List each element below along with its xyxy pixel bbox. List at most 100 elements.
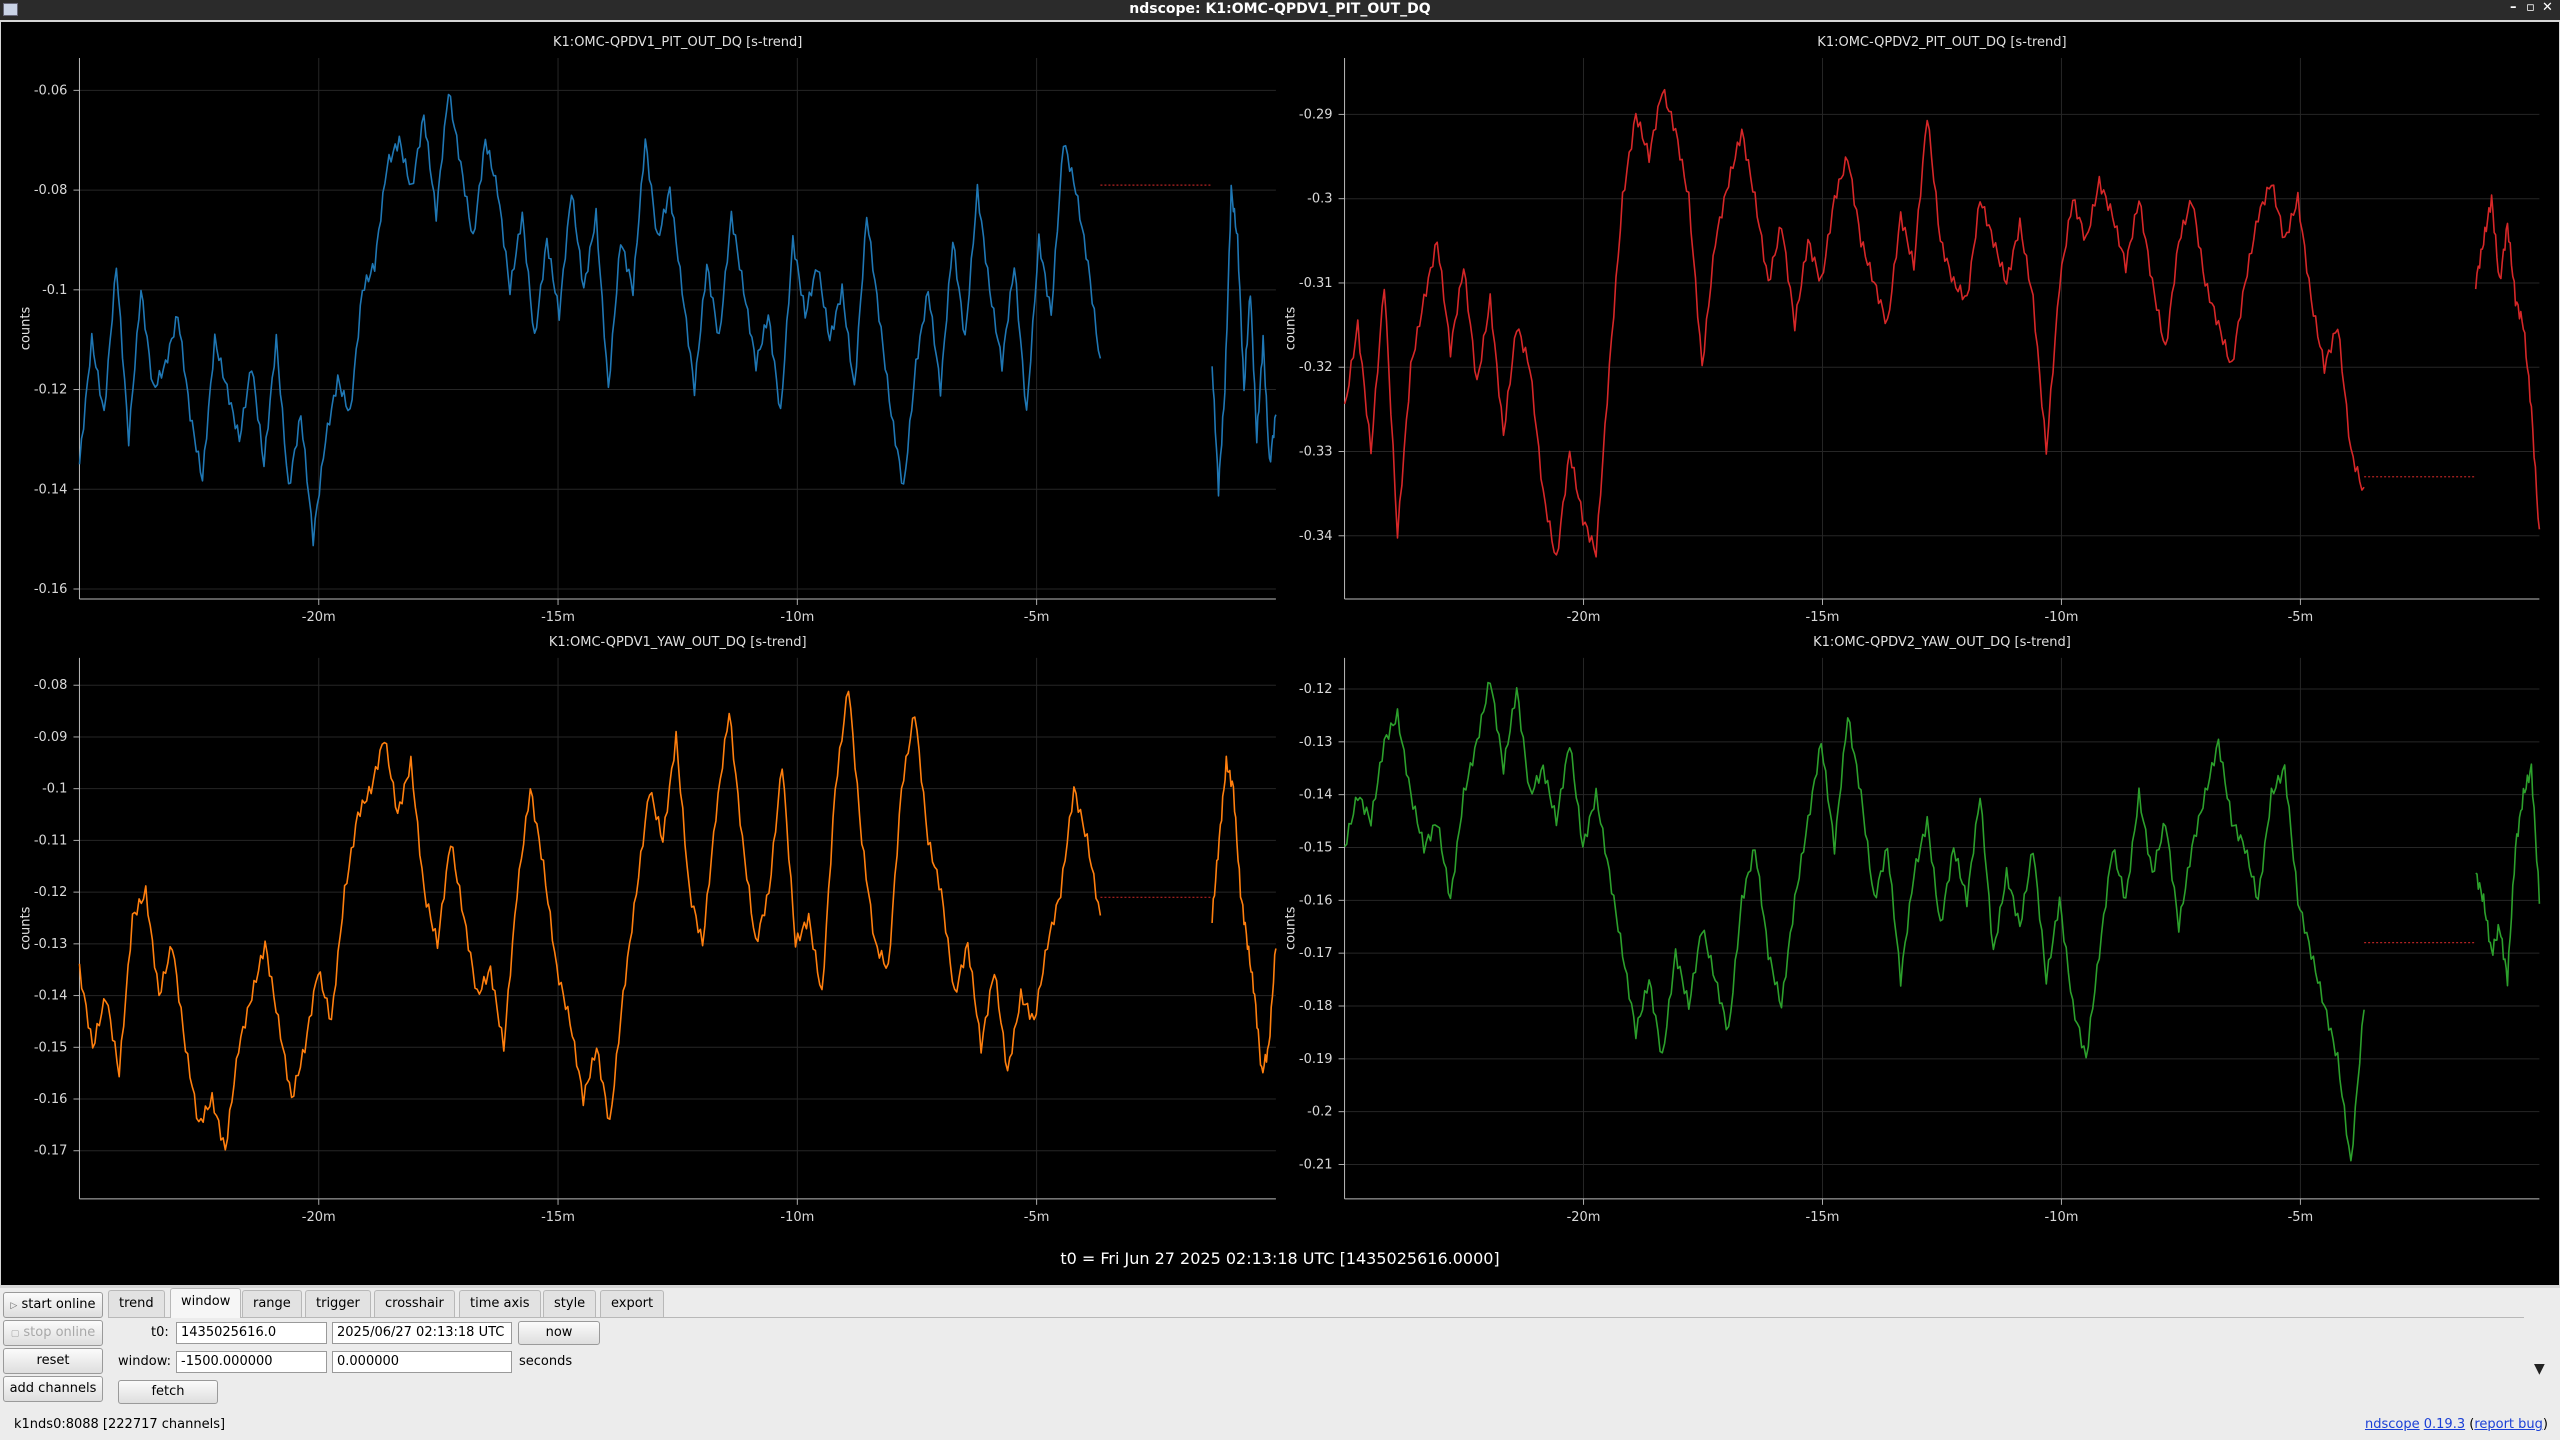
tab-window[interactable]: window	[170, 1288, 242, 1318]
y-axis-label: counts	[18, 906, 33, 950]
y-tick-label: -0.17	[1299, 946, 1333, 961]
chart-title: K1:OMC-QPDV1_YAW_OUT_DQ [s-trend]	[549, 635, 807, 650]
tab-export[interactable]: export	[600, 1290, 665, 1318]
stop-online-label: stop online	[23, 1325, 96, 1340]
y-tick-label: -0.08	[34, 183, 68, 198]
y-tick-label: -0.08	[34, 678, 68, 693]
start-online-button[interactable]: ▷ start online	[3, 1292, 103, 1318]
window-titlebar: ndscope: K1:OMC-QPDV1_PIT_OUT_DQ – ▫ ✕	[0, 0, 2560, 20]
tab-style[interactable]: style	[543, 1290, 597, 1318]
y-tick-label: -0.12	[1299, 682, 1333, 697]
version-links: ndscope 0.19.3 (report bug)	[2364, 1417, 2548, 1432]
y-tick-label: -0.16	[34, 582, 68, 597]
stop-icon: ▢	[10, 1329, 20, 1339]
y-tick-label: -0.3	[1307, 192, 1332, 207]
t0-label: t0 = Fri Jun 27 2025 02:13:18 UTC [14350…	[1060, 1249, 1500, 1268]
y-tick-label: -0.1	[42, 283, 67, 298]
y-tick-label: -0.21	[1299, 1157, 1333, 1172]
stop-online-button[interactable]: ▢ stop online	[3, 1320, 103, 1346]
y-tick-label: -0.32	[1299, 360, 1333, 375]
chart-1: -20m -15m -10m -5m -0.06 -0.08 -0.1 -0.12 -0.14 -…	[18, 35, 1277, 625]
window-start-input[interactable]: -1500.000000	[176, 1351, 327, 1373]
reset-button[interactable]: reset	[3, 1348, 103, 1374]
window-end-input[interactable]: 0.000000	[332, 1351, 512, 1373]
add-channels-button[interactable]: add channels	[3, 1376, 103, 1402]
x-tick-label: -15m	[541, 1210, 575, 1225]
tab-crosshair[interactable]: crosshair	[374, 1290, 455, 1318]
series-line	[78, 690, 1102, 1151]
y-tick-label: -0.31	[1299, 276, 1333, 291]
play-icon: ▷	[10, 1301, 18, 1311]
report-bug-link[interactable]: report bug	[2474, 1417, 2543, 1432]
y-tick-label: -0.33	[1299, 445, 1333, 460]
y-tick-label: -0.18	[1299, 999, 1333, 1014]
chevron-down-icon[interactable]: ▼	[2534, 1361, 2545, 1377]
x-tick-label: -20m	[302, 610, 336, 625]
chart-4: -20m -15m -10m -5m -0.12 -0.13 -0.14 -0.15 -0.16…	[1284, 635, 2541, 1225]
start-online-label: start online	[21, 1297, 96, 1312]
y-axis-label: counts	[1284, 906, 1299, 950]
x-tick-label: -15m	[1806, 610, 1840, 625]
y-tick-label: -0.12	[34, 383, 68, 398]
y-tick-label: -0.12	[34, 885, 68, 900]
chart-3: -20m -15m -10m -5m -0.08 -0.09 -0.1 -0.11 -0.12 -…	[18, 635, 1277, 1225]
fetch-button[interactable]: fetch	[118, 1380, 218, 1404]
y-tick-label: -0.14	[34, 989, 68, 1004]
y-tick-label: -0.09	[34, 730, 68, 745]
x-tick-label: -5m	[1024, 1210, 1050, 1225]
window-field-label: window:	[118, 1354, 171, 1369]
series-line	[2474, 194, 2541, 530]
plots-canvas[interactable]: -20m -15m -10m -5m -0.06 -0.08 -0.1 -0.12 -0.14 -…	[1, 22, 2559, 1285]
plot-area[interactable]: -20m -15m -10m -5m -0.06 -0.08 -0.1 -0.12 -0.14 -…	[1, 22, 2559, 1285]
tab-trigger[interactable]: trigger	[305, 1290, 371, 1318]
chart-title: K1:OMC-QPDV1_PIT_OUT_DQ [s-trend]	[553, 35, 802, 50]
seconds-label: seconds	[519, 1354, 573, 1369]
x-tick-label: -15m	[1806, 1210, 1840, 1225]
chart-2: -20m -15m -10m -5m -0.29 -0.3 -0.31 -0.32 -0.33 -…	[1284, 35, 2541, 625]
y-axis-label: counts	[1284, 307, 1299, 351]
x-tick-label: -10m	[780, 1210, 814, 1225]
window-title: ndscope: K1:OMC-QPDV1_PIT_OUT_DQ	[1129, 1, 1431, 17]
x-tick-label: -10m	[780, 610, 814, 625]
series-line	[2475, 763, 2541, 987]
chart-title: K1:OMC-QPDV2_YAW_OUT_DQ [s-trend]	[1813, 635, 2071, 650]
now-button[interactable]: now	[518, 1321, 600, 1345]
x-tick-label: -5m	[2288, 1210, 2314, 1225]
x-tick-label: -20m	[302, 1210, 336, 1225]
close-icon[interactable]: ✕	[2542, 0, 2553, 15]
version-link[interactable]: 0.19.3	[2424, 1417, 2465, 1432]
y-tick-label: -0.13	[34, 937, 68, 952]
maximize-icon[interactable]: ▫	[2526, 0, 2535, 15]
t0-utc-input[interactable]: 2025/06/27 02:13:18 UTC	[332, 1322, 512, 1344]
y-tick-label: -0.29	[1299, 107, 1333, 122]
y-tick-label: -0.19	[1299, 1052, 1333, 1067]
series-line	[1343, 88, 2365, 558]
y-tick-label: -0.15	[1299, 840, 1333, 855]
y-tick-label: -0.15	[34, 1040, 68, 1055]
tab-range[interactable]: range	[242, 1290, 302, 1318]
series-line	[1343, 681, 2365, 1162]
status-text: k1nds0:8088 [222717 channels]	[14, 1417, 226, 1432]
x-tick-label: -10m	[2044, 1210, 2078, 1225]
y-tick-label: -0.16	[1299, 893, 1333, 908]
y-tick-label: -0.2	[1307, 1105, 1332, 1120]
series-line	[1211, 184, 1277, 497]
chart-title: K1:OMC-QPDV2_PIT_OUT_DQ [s-trend]	[1817, 35, 2066, 50]
tab-trend[interactable]: trend	[108, 1290, 165, 1318]
y-tick-label: -0.06	[34, 83, 68, 98]
y-tick-label: -0.34	[1299, 529, 1333, 544]
y-tick-label: -0.14	[34, 482, 68, 497]
series-line	[1211, 755, 1277, 1074]
x-tick-label: -10m	[2044, 610, 2078, 625]
settings-tabs: trend window range trigger crosshair tim…	[108, 1288, 2528, 1320]
y-axis-label: counts	[18, 307, 33, 351]
control-bar: ▷ start online ▢ stop online reset add c…	[0, 1288, 2560, 1440]
y-tick-label: -0.13	[1299, 735, 1333, 750]
minimize-icon[interactable]: –	[2510, 0, 2517, 15]
ndscope-link[interactable]: ndscope	[2365, 1417, 2420, 1432]
t0-gps-input[interactable]: 1435025616.0	[176, 1322, 327, 1344]
x-tick-label: -5m	[1024, 610, 1050, 625]
y-tick-label: -0.11	[34, 833, 68, 848]
y-tick-label: -0.14	[1299, 788, 1333, 803]
tab-time-axis[interactable]: time axis	[459, 1290, 541, 1318]
